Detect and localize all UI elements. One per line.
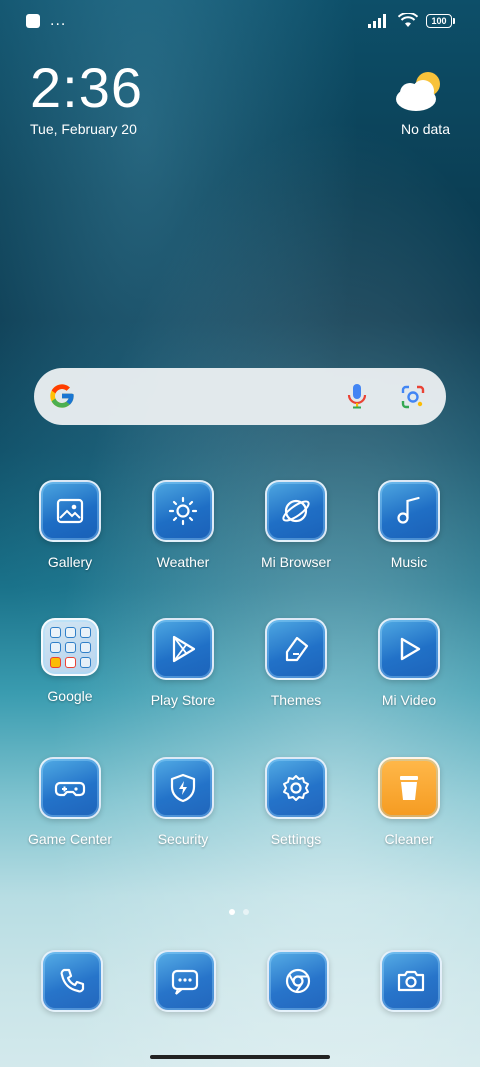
gallery-icon [39,480,101,542]
trash-icon [378,757,440,819]
app-label: Play Store [150,692,216,708]
app-security[interactable]: Security [133,757,233,847]
clock-time[interactable]: 2:36 [30,58,143,118]
app-mi-browser[interactable]: Mi Browser [246,480,346,570]
app-label: Mi Video [381,692,437,708]
battery-icon: 100 [426,13,455,28]
app-label: Game Center [27,831,113,847]
planet-icon [265,480,327,542]
notification-icon [26,14,40,28]
app-cleaner[interactable]: Cleaner [359,757,459,847]
dock-chrome[interactable] [267,950,329,1012]
app-game-center[interactable]: Game Center [20,757,120,847]
app-label: Security [157,831,209,847]
app-weather[interactable]: Weather [133,480,233,570]
folder-icon [41,618,99,676]
app-label: Cleaner [384,831,434,847]
play-store-icon [152,618,214,680]
wifi-icon [398,13,418,27]
gear-icon [265,757,327,819]
google-search-bar[interactable] [34,368,446,425]
dock-messages[interactable] [154,950,216,1012]
weather-widget[interactable] [390,70,450,119]
weather-status: No data [400,121,450,137]
camera-icon [380,950,442,1012]
lens-icon[interactable] [400,384,426,410]
gamepad-icon [39,757,101,819]
partly-cloudy-icon [396,72,440,111]
phone-icon [41,950,103,1012]
chrome-icon [267,950,329,1012]
app-gallery[interactable]: Gallery [20,480,120,570]
page-indicator [229,909,249,915]
shield-bolt-icon [152,757,214,819]
app-mi-video[interactable]: Mi Video [359,618,459,708]
sun-icon [152,480,214,542]
app-settings[interactable]: Settings [246,757,346,847]
status-bar-left: ... [26,12,67,29]
app-label: Settings [270,831,322,847]
app-themes[interactable]: Themes [246,618,346,708]
status-bar-right: 100 [368,13,455,28]
video-play-icon [378,618,440,680]
app-label: Weather [156,554,210,570]
mic-icon[interactable] [344,382,370,410]
more-notifications-indicator: ... [50,12,67,29]
signal-icon [368,13,386,28]
app-music[interactable]: Music [359,480,459,570]
clock-date[interactable]: Tue, February 20 [30,121,137,137]
app-label: Music [390,554,428,570]
app-play-store[interactable]: Play Store [133,618,233,708]
page-dot [243,909,249,915]
music-note-icon [378,480,440,542]
themes-brush-icon [265,618,327,680]
dock-camera[interactable] [380,950,442,1012]
message-icon [154,950,216,1012]
dock-phone[interactable] [41,950,103,1012]
app-label: Themes [270,692,322,708]
page-dot-active [229,909,235,915]
app-label: Mi Browser [260,554,331,570]
home-gesture-bar[interactable] [150,1055,330,1059]
google-logo-icon [50,384,74,408]
folder-google[interactable]: Google [20,618,120,704]
app-label: Gallery [47,554,93,570]
app-label: Google [47,688,93,704]
